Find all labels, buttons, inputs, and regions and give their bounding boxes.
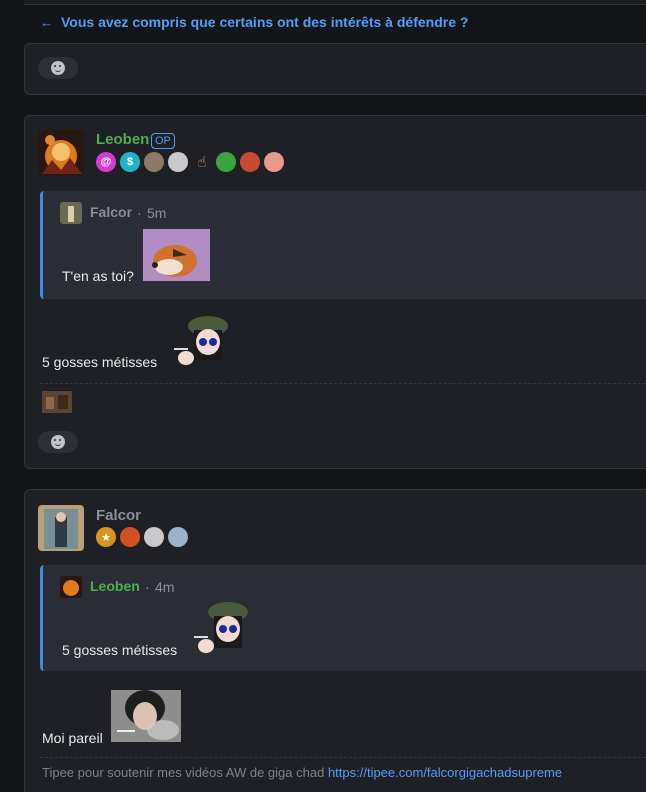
signature-separator bbox=[40, 757, 646, 758]
signature-image bbox=[42, 391, 72, 413]
op-badge: OP bbox=[151, 133, 175, 149]
quote-text: T'en as toi? bbox=[62, 268, 134, 284]
post-text: 5 gosses métisses bbox=[42, 354, 158, 370]
soldier-girl-sticker bbox=[192, 600, 254, 656]
quote-avatar bbox=[60, 576, 82, 598]
anime-badge-icon bbox=[264, 152, 284, 172]
reaction-button[interactable] bbox=[38, 431, 78, 453]
reply-title-text: Vous avez compris que certains ont des i… bbox=[61, 14, 469, 30]
post-author[interactable]: Leoben bbox=[96, 131, 149, 148]
old-man-badge-icon bbox=[144, 527, 164, 547]
signature: Tipee pour soutenir mes vidéos AW de gig… bbox=[42, 765, 562, 780]
cup-badge-icon bbox=[240, 152, 260, 172]
badge-row: ★ bbox=[96, 527, 188, 547]
smoking-girl-image bbox=[111, 690, 181, 742]
badge-row: @ $ ☝ bbox=[96, 152, 284, 172]
signature-separator bbox=[40, 383, 646, 384]
old-man-badge-icon bbox=[168, 152, 188, 172]
quote-time: 5m bbox=[147, 205, 167, 221]
star-badge-icon: ★ bbox=[96, 527, 116, 547]
avatar[interactable] bbox=[38, 130, 84, 176]
arrow-left-icon: ← bbox=[40, 14, 53, 30]
anime-badge-icon bbox=[168, 527, 188, 547]
quote-author[interactable]: Falcor bbox=[90, 204, 132, 220]
hand-badge-icon: ☝ bbox=[192, 152, 212, 172]
beer-badge-icon bbox=[216, 152, 236, 172]
reply-title-link[interactable]: ← Vous avez compris que certains ont des… bbox=[40, 14, 468, 30]
reply-card bbox=[24, 43, 646, 95]
reaction-button[interactable] bbox=[38, 57, 78, 79]
signature-text: Tipee pour soutenir mes vidéos AW de gig… bbox=[42, 765, 325, 780]
avatar[interactable] bbox=[38, 505, 84, 551]
quote-author[interactable]: Leoben bbox=[90, 578, 140, 594]
portrait-badge-icon bbox=[144, 152, 164, 172]
signature-link[interactable]: https://tipee.com/falcorgigachadsupreme bbox=[328, 765, 562, 780]
smiley-icon bbox=[51, 435, 65, 449]
dot-separator: · bbox=[145, 579, 150, 595]
quote-avatar bbox=[60, 202, 82, 224]
fox-sticker bbox=[143, 229, 210, 281]
swirl-badge-icon: @ bbox=[96, 152, 116, 172]
quote-time: 4m bbox=[155, 579, 175, 595]
mushroom-badge-icon bbox=[120, 527, 140, 547]
soldier-girl-sticker bbox=[172, 314, 234, 368]
post-author[interactable]: Falcor bbox=[96, 507, 141, 524]
smiley-icon bbox=[51, 61, 65, 75]
top-edge bbox=[24, 0, 646, 5]
quote-text: 5 gosses métisses bbox=[62, 642, 178, 658]
post-text: Moi pareil bbox=[42, 730, 103, 746]
dot-separator: · bbox=[137, 205, 142, 221]
dollar-badge-icon: $ bbox=[120, 152, 140, 172]
